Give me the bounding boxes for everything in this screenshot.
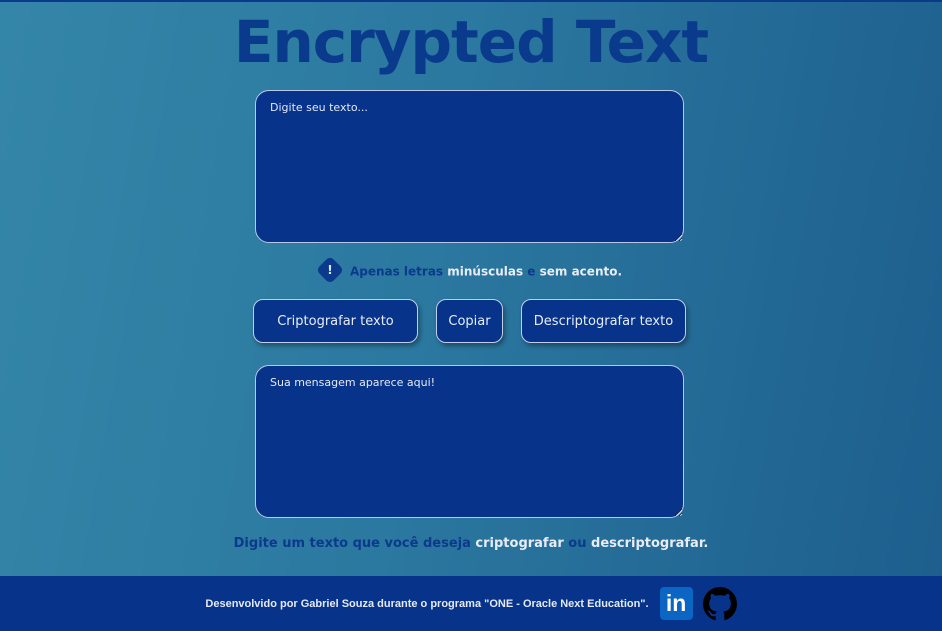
tip-text-2: criptografar (475, 536, 564, 551)
hint-text-4: sem acento. (539, 264, 623, 279)
input-textarea[interactable] (255, 90, 684, 243)
output-textarea[interactable] (255, 365, 684, 518)
hint-text-2: minúsculas (447, 264, 524, 279)
instruction-text: Digite um texto que você deseja criptogr… (0, 536, 942, 551)
page-title: Encrypted Text (233, 8, 709, 76)
footer-credit: Desenvolvido por Gabriel Souza durante o… (205, 597, 649, 610)
hint-text-1: Apenas letras (349, 264, 448, 279)
tip-text-3: ou (563, 536, 592, 551)
encrypt-button[interactable]: Criptografar texto (253, 299, 418, 343)
linkedin-icon[interactable]: in (659, 587, 693, 620)
exclamation-icon: ! (315, 255, 345, 285)
decrypt-button[interactable]: Descriptografar texto (521, 299, 686, 343)
tip-text-1: Digite um texto que você deseja (233, 536, 476, 551)
tip-text-4: descriptografar. (591, 536, 709, 551)
copy-button[interactable]: Copiar (436, 299, 503, 343)
hint-text-3: e (523, 264, 540, 279)
footer: Desenvolvido por Gabriel Souza durante o… (0, 576, 942, 631)
github-icon[interactable] (702, 586, 737, 621)
input-hint: ! Apenas letras minúsculas e sem acento. (0, 255, 942, 285)
